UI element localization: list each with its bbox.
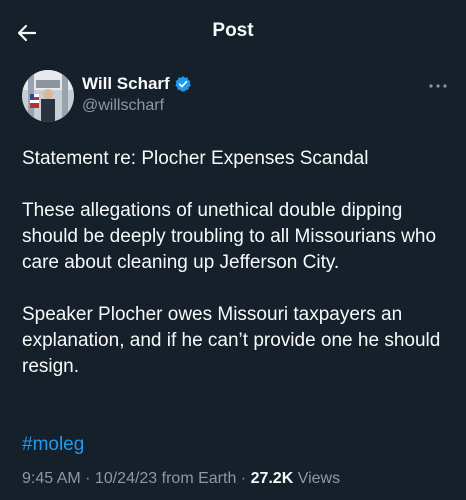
- meta-separator: ·: [80, 470, 95, 487]
- post-source: from Earth: [157, 470, 237, 487]
- hashtag-line: #moleg: [22, 406, 452, 458]
- author-display-name: Will Scharf: [82, 74, 170, 93]
- views-count[interactable]: 27.2K: [251, 470, 294, 487]
- author-name-line[interactable]: Will Scharf: [82, 74, 192, 94]
- more-options-button[interactable]: [426, 76, 450, 96]
- more-dots-icon: [429, 84, 447, 88]
- post-text: Statement re: Plocher Expenses Scandal T…: [22, 146, 452, 458]
- avatar[interactable]: [22, 70, 74, 122]
- verified-badge-icon: [174, 76, 191, 92]
- hashtag-link[interactable]: #moleg: [22, 434, 84, 455]
- page-title: Post: [212, 20, 254, 41]
- meta-separator: ·: [236, 470, 251, 487]
- post-date[interactable]: 10/24/23: [95, 470, 157, 487]
- top-bar: Post: [0, 0, 466, 62]
- post-metadata: 9:45 AM · 10/24/23 from Earth · 27.2K Vi…: [22, 470, 340, 488]
- views-label: Views: [293, 470, 341, 487]
- avatar-image: [22, 70, 74, 122]
- post-paragraph-1: These allegations of unethical double di…: [22, 200, 437, 273]
- author-handle[interactable]: @willscharf: [82, 97, 164, 115]
- post-title-line: Statement re: Plocher Expenses Scandal: [22, 148, 369, 169]
- post-paragraph-2: Speaker Plocher owes Missouri taxpayers …: [22, 304, 441, 377]
- post-time[interactable]: 9:45 AM: [22, 470, 81, 487]
- post-author: Will Scharf @willscharf: [22, 70, 447, 124]
